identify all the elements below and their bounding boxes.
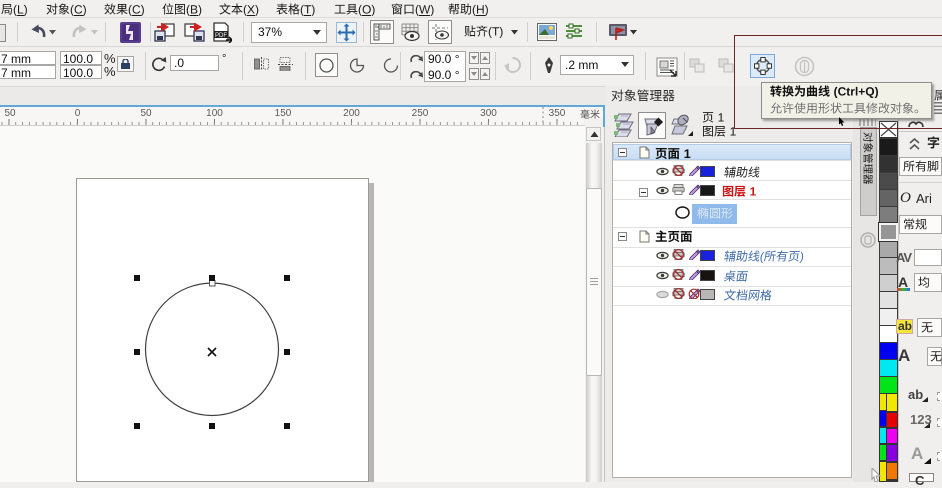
svg-text:PDF: PDF — [215, 33, 227, 39]
